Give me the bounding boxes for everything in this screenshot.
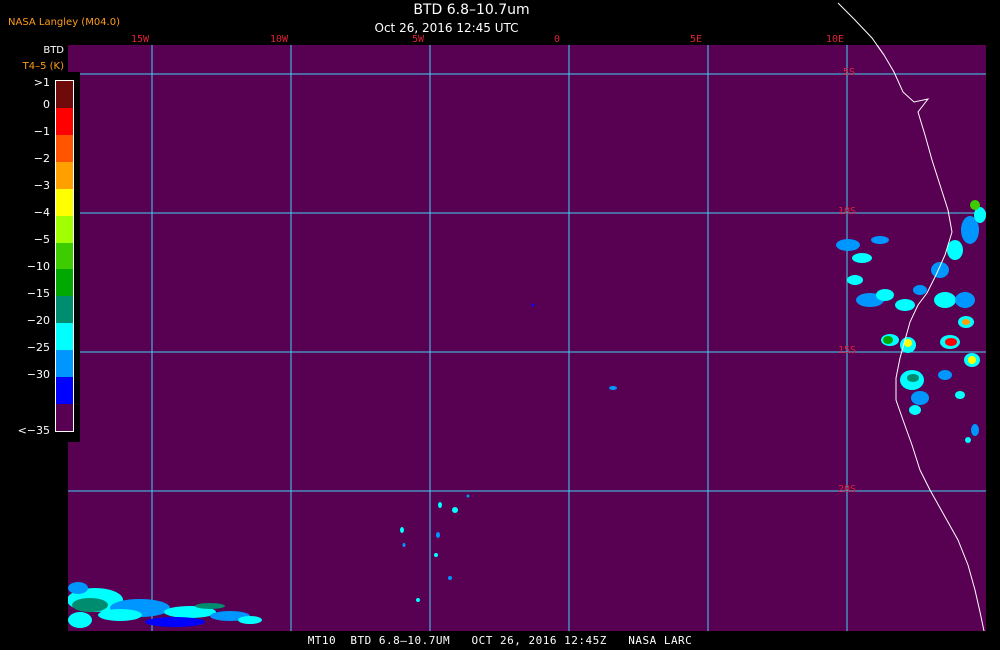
convective-cloud (938, 370, 952, 380)
latitude-label: 10S (838, 206, 857, 217)
legend-label: −5 (33, 233, 50, 246)
legend-label: −30 (26, 367, 50, 381)
legend-label: >1 (33, 76, 50, 89)
convective-cloud (970, 200, 980, 210)
legend-label: −4 (33, 206, 50, 220)
low-cloud-band (72, 598, 108, 612)
legend-swatch (56, 161, 73, 190)
convective-cloud (852, 253, 872, 263)
convective-cloud (962, 319, 970, 325)
low-cloud-band (238, 616, 262, 624)
longitude-label: 10W (269, 34, 289, 45)
small-cloud (436, 532, 440, 538)
image-title: BTD 6.8–10.7um (413, 2, 530, 18)
small-cloud (452, 507, 458, 513)
convective-cloud (871, 236, 889, 244)
footer-strip: MT10 BTD 6.8–10.7UM OCT 26, 2016 12:45Z … (0, 633, 1000, 650)
low-cloud-band (68, 582, 88, 594)
legend-unit: T4–5 (K) (22, 61, 64, 72)
low-cloud-band (195, 603, 225, 609)
convective-cloud (907, 374, 919, 382)
legend-swatch (56, 377, 73, 405)
low-cloud-band (145, 617, 205, 627)
longitude-label: 0 (553, 34, 561, 45)
small-cloud (448, 576, 452, 580)
legend-label: −10 (26, 259, 50, 273)
low-cloud-band (68, 612, 92, 628)
convective-cloud (965, 437, 971, 443)
longitude-label: 15W (130, 34, 150, 45)
convective-cloud (847, 275, 863, 285)
convective-cloud (945, 338, 957, 346)
legend-swatch (56, 81, 73, 109)
legend-swatch (56, 107, 73, 136)
legend-label: −20 (26, 313, 50, 327)
small-cloud (531, 303, 535, 307)
small-cloud (400, 527, 404, 533)
latitude-label: 20S (838, 484, 857, 495)
convective-cloud (913, 285, 927, 295)
small-cloud (438, 502, 442, 508)
legend-label: 0 (43, 98, 50, 112)
convective-cloud (955, 292, 975, 308)
color-legend: >1 0 −1 −2 −3 −4 −5 −10 −15 −20 −25 −30 <−35 (0, 72, 80, 442)
convective-cloud (836, 239, 860, 251)
legend-swatch (56, 350, 73, 378)
satellite-image-frame: NASA Langley (M04.0) BTD 6.8–10.7um Oct … (0, 0, 1000, 650)
longitude-label: 5E (689, 34, 703, 45)
legend-label: −2 (33, 152, 50, 166)
convective-cloud (909, 405, 921, 415)
map-area (68, 45, 986, 631)
convective-cloud (968, 356, 976, 364)
legend-swatch (56, 134, 73, 163)
low-cloud-band (98, 609, 142, 621)
latitude-label: 15S (838, 345, 857, 356)
small-cloud (416, 598, 420, 602)
footer-caption: MT10 BTD 6.8–10.7UM OCT 26, 2016 12:45Z … (307, 634, 693, 647)
legend-swatch (56, 215, 73, 244)
legend-swatch (56, 404, 73, 432)
small-cloud (609, 386, 617, 390)
legend-label: <−35 (17, 424, 50, 437)
convective-cloud (971, 424, 979, 436)
legend-label: −3 (33, 179, 50, 193)
legend-swatch (56, 323, 73, 351)
map-graphic (68, 45, 986, 631)
small-cloud (402, 543, 406, 547)
legend-label: −15 (26, 286, 50, 300)
legend-swatch (56, 269, 73, 297)
legend-swatch (56, 188, 73, 217)
convective-cloud (876, 289, 894, 301)
legend-swatch (56, 296, 73, 324)
image-timestamp: Oct 26, 2016 12:45 UTC (374, 21, 519, 35)
small-cloud (434, 553, 438, 557)
convective-cloud (895, 299, 915, 311)
legend-label: −25 (26, 340, 50, 354)
latitude-label: 5S (843, 67, 856, 78)
convective-cloud (883, 336, 893, 344)
longitude-label: 5W (411, 34, 425, 45)
legend-swatch (56, 242, 73, 270)
legend-label: −1 (33, 125, 50, 139)
legend-colorbar (55, 80, 74, 432)
longitude-label: 10E (825, 34, 845, 45)
convective-cloud (955, 391, 965, 399)
convective-cloud (931, 262, 949, 278)
legend-title: BTD (43, 45, 64, 56)
convective-cloud (947, 240, 963, 260)
convective-cloud (911, 391, 929, 405)
small-cloud (466, 494, 470, 498)
convective-cloud (934, 292, 956, 308)
